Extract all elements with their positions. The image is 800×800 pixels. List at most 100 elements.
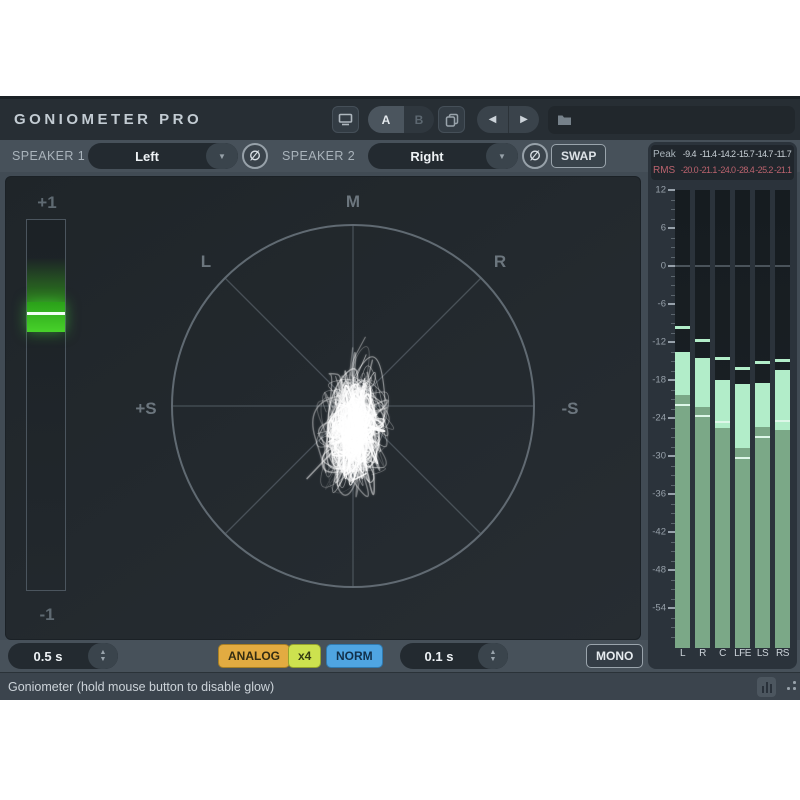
- page-title: GONIOMETER PRO: [14, 99, 202, 140]
- speaker2-value: Right: [368, 149, 486, 164]
- title-bar: GONIOMETER PRO A B ◀ ▶: [0, 96, 800, 140]
- scale-tick-major: [668, 569, 675, 571]
- scale-tick-major: [668, 189, 675, 191]
- previous-preset-button[interactable]: ◀: [477, 106, 508, 133]
- next-preset-button[interactable]: ▶: [508, 106, 539, 133]
- scale-tick-label: -18: [648, 375, 666, 386]
- channel-label-LFE: LFE: [734, 648, 751, 662]
- seg-mint: [735, 384, 750, 448]
- scale-tick-major: [668, 607, 675, 609]
- scale-tick-major: [668, 303, 675, 305]
- zero-line: [695, 265, 710, 267]
- scale-tick-major: [668, 265, 675, 267]
- seg-hold: [735, 367, 750, 370]
- meter-bar-LFE: [735, 190, 750, 648]
- release-time-value: 0.1 s: [400, 649, 478, 664]
- channel-label-R: R: [699, 648, 706, 662]
- seg-hold: [695, 339, 710, 342]
- speaker2-phase-invert-button[interactable]: ∅: [522, 143, 548, 169]
- seg-sage: [695, 407, 710, 648]
- axis-label-mid: M: [346, 192, 360, 212]
- stepper-arrows[interactable]: ▲ ▼: [478, 643, 508, 669]
- ab-compare-group: A B: [368, 106, 434, 133]
- arrow-up-icon: ▲: [100, 649, 107, 656]
- meter-bar-L: [675, 190, 690, 648]
- stepper-arrows[interactable]: ▲ ▼: [88, 643, 118, 669]
- seg-hold: [755, 361, 770, 364]
- ab-button-a[interactable]: A: [368, 106, 404, 133]
- correlation-line: [27, 312, 65, 315]
- peak-value: -15.7: [736, 149, 755, 159]
- axis-label-minus-s: -S: [562, 399, 579, 419]
- scale-tick-label: -30: [648, 451, 666, 462]
- display-mode-button[interactable]: [332, 106, 359, 133]
- seg-sage: [735, 448, 750, 648]
- seg-line: [715, 421, 730, 423]
- meter-bar-RS: [775, 190, 790, 648]
- seg-mint: [675, 352, 690, 395]
- scale-tick-label: -6: [648, 299, 666, 310]
- scale-tick-major: [668, 455, 675, 457]
- copy-icon: [445, 113, 459, 127]
- ab-button-b[interactable]: B: [404, 106, 434, 133]
- arrow-up-icon: ▲: [490, 649, 497, 656]
- scale-tick-label: 0: [648, 261, 666, 272]
- channel-label-RS: RS: [776, 648, 789, 662]
- speaker1-dropdown[interactable]: Left ▼: [88, 143, 238, 169]
- speaker1-phase-invert-button[interactable]: ∅: [242, 143, 268, 169]
- goniometer-display[interactable]: +1 -1 M L R +S -S: [5, 176, 641, 640]
- scale-tick-label: -24: [648, 413, 666, 424]
- channel-label-C: C: [719, 648, 726, 662]
- rms-value: -24.0: [717, 165, 736, 175]
- seg-sage: [775, 430, 790, 648]
- analog-mode-button[interactable]: ANALOG: [218, 644, 290, 668]
- scale-tick-major: [668, 227, 675, 229]
- scale-tick-label: -36: [648, 489, 666, 500]
- bars-icon: [770, 684, 772, 693]
- normalize-button[interactable]: NORM: [326, 644, 383, 668]
- chevron-down-icon[interactable]: ▼: [486, 143, 518, 169]
- goniometer-trace[interactable]: [6, 177, 641, 640]
- preset-selector[interactable]: [548, 106, 795, 134]
- scale-tick-major: [668, 379, 675, 381]
- meter-bar-R: [695, 190, 710, 648]
- time-length-stepper[interactable]: 0.5 s ▲ ▼: [8, 643, 118, 669]
- scale-tick-major: [668, 417, 675, 419]
- channel-label-LS: LS: [757, 648, 768, 662]
- oversampling-x4-button[interactable]: x4: [288, 644, 321, 668]
- seg-mint: [695, 358, 710, 407]
- plugin-window: GONIOMETER PRO A B ◀ ▶: [0, 96, 800, 700]
- peak-value: -9.4: [680, 149, 699, 159]
- release-time-stepper[interactable]: 0.1 s ▲ ▼: [400, 643, 508, 669]
- scale-tick-label: -12: [648, 337, 666, 348]
- scale-tick-label: -54: [648, 603, 666, 614]
- peak-label: Peak: [653, 149, 680, 160]
- zero-line: [755, 265, 770, 267]
- correlation-block: [27, 302, 65, 332]
- mono-button[interactable]: MONO: [586, 644, 643, 668]
- speaker1-value: Left: [88, 149, 206, 164]
- axis-label-plus-s: +S: [135, 399, 156, 419]
- speaker2-dropdown[interactable]: Right ▼: [368, 143, 518, 169]
- chevron-down-icon[interactable]: ▼: [206, 143, 238, 169]
- scale-tick-label: 12: [648, 185, 666, 196]
- rms-value: -25.2: [755, 165, 774, 175]
- copy-preset-button[interactable]: [438, 106, 465, 133]
- seg-line: [755, 436, 770, 438]
- peak-value: -11.7: [773, 149, 792, 159]
- bars-icon: [762, 686, 764, 693]
- correlation-fade: [27, 258, 65, 302]
- seg-sage: [715, 428, 730, 648]
- meter-panel-toggle-button[interactable]: [757, 677, 776, 697]
- peak-value: -14.2: [717, 149, 736, 159]
- swap-button[interactable]: SWAP: [551, 144, 606, 168]
- axis-label-right: R: [494, 252, 506, 272]
- resize-grip[interactable]: [785, 681, 797, 693]
- meter-bar-LS: [755, 190, 770, 648]
- channel-label-L: L: [680, 648, 685, 662]
- seg-line: [775, 420, 790, 422]
- peak-value: -11.4: [699, 149, 718, 159]
- rms-readout-row: RMS -20.0-21.1-24.0-28.4-25.2-21.1: [653, 162, 792, 178]
- scale-tick-label: -42: [648, 527, 666, 538]
- peak-values: -9.4-11.4-14.2-15.7-14.7-11.7: [680, 149, 792, 159]
